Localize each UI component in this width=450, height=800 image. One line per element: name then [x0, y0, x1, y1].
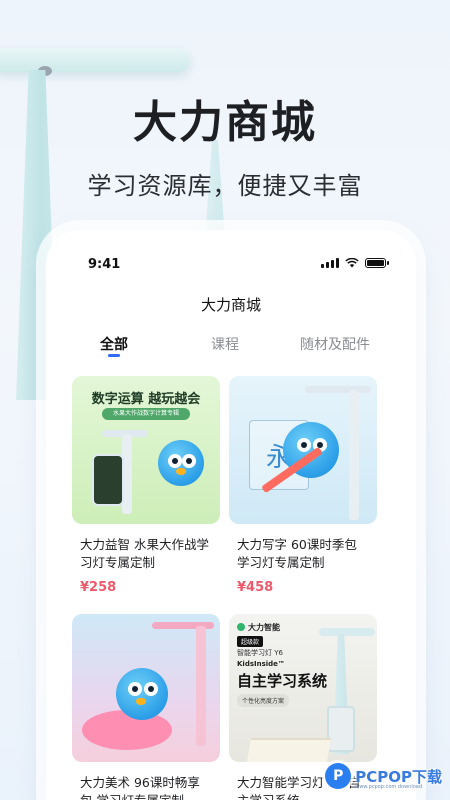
tab-all[interactable]: 全部 [100, 334, 128, 354]
product-card[interactable]: 永 大力写字 60课时季包学习灯专属定制 ¥458 [229, 376, 377, 596]
wifi-icon [345, 258, 359, 268]
product-image [72, 614, 220, 762]
page-title: 大力商城 [200, 296, 261, 314]
watermark-subtext: www.pcpop.com download [355, 784, 423, 790]
hero-title: 大力商城 [133, 97, 317, 148]
product-badge: 超级款 [237, 636, 264, 647]
product-card[interactable]: 数字运算 越玩越会 水果大作战数字计算专辑 大力益智 水果大作战学习灯专属定制 … [72, 376, 220, 596]
product-price: ¥258 [80, 580, 117, 595]
signal-icon [321, 258, 339, 268]
product-card[interactable]: 大力美术 96课时畅享包 学习灯专属定制 [72, 614, 220, 800]
phone-mockup: 9:41 大力商城 全部 课程 随材及配件 数字运算 越玩越会 水果大作战数字计… [46, 230, 416, 800]
background-lamp-arm [0, 48, 190, 72]
mascot-illustration [116, 668, 168, 720]
status-icons [321, 258, 389, 268]
hero-subtitle: 学习资源库，便捷又丰富 [87, 172, 363, 200]
lamp-screen [327, 706, 355, 752]
book-illustration [246, 738, 332, 762]
status-time: 9:41 [88, 257, 121, 272]
watermark: P PCPOP下载 www.pcpop.com download [325, 756, 442, 796]
status-bar: 9:41 [46, 230, 416, 272]
battery-icon [365, 258, 389, 268]
mascot-illustration [158, 440, 204, 486]
tab-bar: 全部 课程 随材及配件 [46, 330, 416, 366]
product-kids-line: KidsInside™ [237, 660, 285, 668]
product-image: 数字运算 越玩越会 水果大作战数字计算专辑 [72, 376, 220, 524]
product-title: 大力美术 96课时畅享包 学习灯专属定制 [80, 775, 200, 800]
product-title: 大力写字 60课时季包学习灯专属定制 [237, 537, 357, 570]
brand-logo: 大力智能 [237, 622, 280, 633]
product-title: 大力益智 水果大作战学习灯专属定制 [80, 537, 209, 570]
watermark-logo-icon: P [325, 763, 352, 789]
banner-title: 数字运算 越玩越会 [91, 392, 201, 407]
product-image: 大力智能 超级款 智能学习灯 Y6 KidsInside™ 自主学习系统 个性化… [229, 614, 377, 762]
tab-materials[interactable]: 随材及配件 [300, 334, 370, 354]
product-headline: 自主学习系统 [237, 672, 328, 690]
banner-tag: 水果大作战数字计算专辑 [102, 408, 190, 420]
active-tab-indicator [108, 354, 120, 357]
product-model: 智能学习灯 Y6 [237, 649, 283, 657]
product-pill: 个性化亮度方案 [237, 694, 290, 707]
product-image: 永 [229, 376, 377, 524]
tablet-illustration [92, 454, 124, 506]
tab-courses[interactable]: 课程 [211, 334, 239, 354]
paint-splash-illustration [82, 710, 172, 750]
product-price: ¥458 [237, 580, 274, 595]
